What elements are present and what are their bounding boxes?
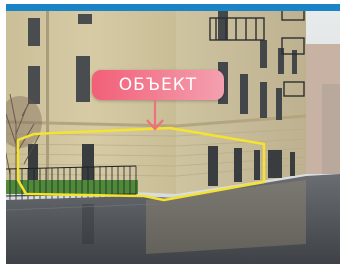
photo-frame: ОБЪЕКТ xyxy=(6,4,340,264)
down-arrow-icon xyxy=(146,100,164,131)
top-accent-bar xyxy=(6,4,340,11)
object-label-pill: ОБЪЕКТ xyxy=(92,70,224,100)
object-label-text: ОБЪЕКТ xyxy=(118,75,198,95)
building-photo xyxy=(6,4,340,264)
